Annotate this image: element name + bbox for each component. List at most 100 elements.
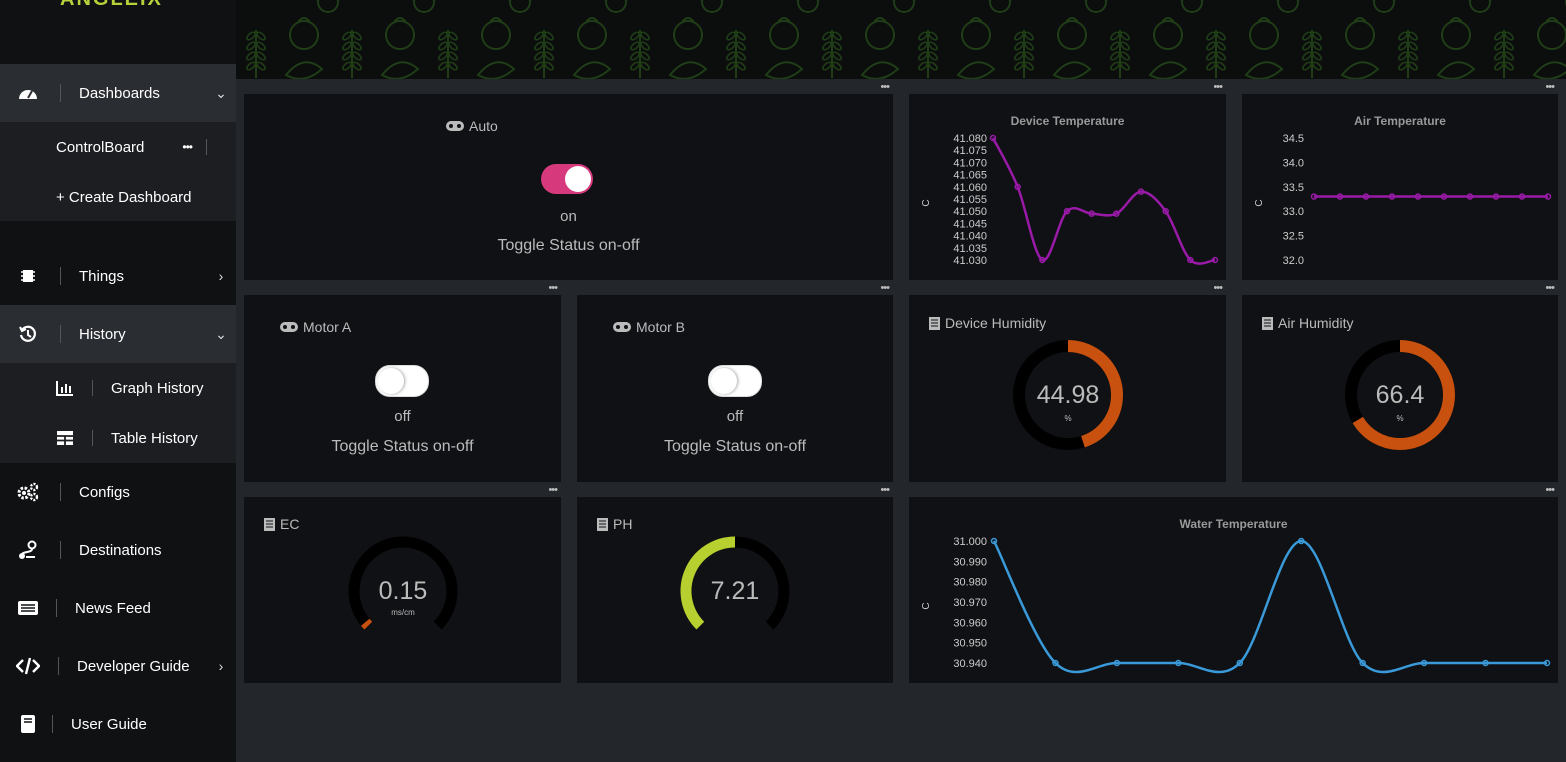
gauge-unit: ms/cm <box>391 608 415 617</box>
sidebar-item-developer-guide[interactable]: Developer Guide › <box>0 637 236 695</box>
sidebar-subitem-label: Graph History <box>111 379 204 397</box>
sidebar-item-label: News Feed <box>75 599 151 617</box>
book-icon <box>14 714 42 734</box>
sidebar-item-label: User Guide <box>71 715 147 733</box>
widget-menu-icon[interactable]: ••• <box>880 282 890 294</box>
y-tick-label: 32.0 <box>1283 255 1304 267</box>
widget-device-temperature: ••• Device Temperature 41.080 41.075 41.070… <box>909 81 1226 280</box>
gauge-unit: % <box>1064 414 1071 423</box>
sidebar-subitem-label: Table History <box>111 429 198 447</box>
water-temperature-chart: Water Temperature 31.000 30.990 30.980 30.97… <box>921 517 1551 674</box>
sidebar-item-user-guide[interactable]: User Guide <box>0 695 236 753</box>
sidebar-item-dashboards[interactable]: Dashboards ⌄ <box>0 64 236 122</box>
widget-menu-icon[interactable]: ••• <box>880 484 890 496</box>
y-tick-label: 41.065 <box>953 170 987 182</box>
widget-auto: ••• Auto on Toggle Status on-off <box>244 81 893 280</box>
vegetable-pattern-banner <box>236 0 1566 79</box>
y-tick-label: 41.060 <box>953 182 987 194</box>
y-tick-label: 34.5 <box>1283 133 1304 145</box>
toggle-state-label: off <box>394 408 411 425</box>
history-icon <box>14 324 42 344</box>
motor-a-toggle-switch[interactable] <box>375 365 429 397</box>
y-tick-label: 41.050 <box>953 206 987 218</box>
y-tick-label: 30.940 <box>953 658 987 670</box>
more-options-icon[interactable]: ••• <box>182 140 193 154</box>
gamepad-icon <box>613 322 631 332</box>
sidebar-item-label: History <box>79 325 126 343</box>
y-tick-label: 33.0 <box>1283 206 1304 218</box>
widget-menu-icon[interactable]: ••• <box>1545 81 1555 93</box>
motor-b-toggle-switch[interactable] <box>708 365 762 397</box>
gamepad-icon <box>280 322 298 332</box>
widget-ec: ••• EC 0.15 ms/cm <box>244 484 561 683</box>
sidebar-item-label: Destinations <box>79 541 162 559</box>
y-tick-label: 41.055 <box>953 194 987 206</box>
y-axis-label: C <box>921 199 932 206</box>
ec-gauge: 0.15 ms/cm <box>348 536 458 630</box>
widget-menu-icon[interactable]: ••• <box>1213 81 1223 93</box>
widget-motor-a: ••• Motor A off Toggle Status on-off <box>244 282 561 482</box>
sidebar-subitem-table-history[interactable]: Table History <box>0 413 236 463</box>
sidebar-item-destinations[interactable]: Destinations <box>0 521 236 579</box>
newspaper-icon <box>14 600 42 616</box>
sidebar: ANGLEIX Dashboards ⌄ ControlBoard ••• + … <box>0 0 236 762</box>
sidebar-item-news-feed[interactable]: News Feed <box>0 579 236 637</box>
y-tick-label: 41.080 <box>953 133 987 145</box>
widget-menu-icon[interactable]: ••• <box>1545 484 1555 496</box>
gauge-unit: % <box>1396 414 1403 423</box>
y-tick-label: 33.5 <box>1283 182 1304 194</box>
document-icon <box>264 517 275 531</box>
y-tick-label: 41.040 <box>953 231 987 243</box>
toggle-state-label: on <box>560 208 577 225</box>
widget-menu-icon[interactable]: ••• <box>548 282 558 294</box>
widget-title: EC <box>264 516 299 532</box>
y-tick-label: 30.980 <box>953 577 987 589</box>
toggle-description: Toggle Status on-off <box>497 237 640 254</box>
sidebar-item-configs[interactable]: Configs <box>0 463 236 521</box>
widget-ph: ••• PH 7.21 <box>577 484 893 683</box>
gears-icon <box>14 482 42 502</box>
gauge-fill <box>361 618 373 630</box>
y-tick-label: 41.075 <box>953 145 987 157</box>
sidebar-item-things[interactable]: Things › <box>0 247 236 305</box>
speedometer-icon <box>14 84 42 102</box>
code-icon <box>14 657 42 675</box>
y-tick-label: 34.0 <box>1283 157 1304 169</box>
sidebar-item-label: Dashboards <box>79 84 160 102</box>
gauge-value: 44.98 <box>1037 381 1100 409</box>
auto-toggle-switch[interactable] <box>541 164 593 194</box>
gauge-value: 66.4 <box>1376 381 1425 409</box>
gamepad-icon <box>446 121 464 131</box>
ph-gauge: 7.21 <box>680 536 790 630</box>
series-line <box>992 539 1547 674</box>
sidebar-subitem-controlboard[interactable]: ControlBoard ••• <box>0 122 236 172</box>
y-tick-label: 32.5 <box>1283 231 1304 243</box>
chevron-right-icon: › <box>218 658 224 674</box>
sidebar-subitem-graph-history[interactable]: Graph History <box>0 363 236 413</box>
document-icon <box>929 316 940 330</box>
y-tick-label: 31.000 <box>953 536 987 548</box>
widget-menu-icon[interactable]: ••• <box>1545 282 1555 294</box>
widget-air-temperature: ••• Air Temperature 34.5 34.0 33.5 33.0 32.5 3… <box>1242 81 1558 280</box>
gauge-value: 0.15 <box>379 577 428 605</box>
toggle-description: Toggle Status on-off <box>331 438 474 455</box>
chart-title: Device Temperature <box>1011 114 1125 128</box>
widget-menu-icon[interactable]: ••• <box>548 484 558 496</box>
widget-water-temperature: ••• Water Temperature 31.000 30.990 30.980 3… <box>909 484 1558 683</box>
widget-device-humidity: ••• Device Humidity 44.98% <box>909 282 1226 482</box>
widget-menu-icon[interactable]: ••• <box>1213 282 1223 294</box>
sidebar-item-label: Things <box>79 267 125 285</box>
sidebar-subitem-create-dashboard[interactable]: + Create Dashboard <box>0 172 236 222</box>
sidebar-item-history[interactable]: History ⌄ <box>0 305 236 363</box>
y-tick-label: 30.950 <box>953 638 987 650</box>
y-tick-label: 41.035 <box>953 243 987 255</box>
chart-title: Water Temperature <box>1179 517 1287 531</box>
chip-icon <box>14 267 42 285</box>
document-icon <box>597 517 608 531</box>
chevron-down-icon: ⌄ <box>215 325 227 342</box>
table-icon <box>56 430 74 446</box>
device-temperature-chart: Device Temperature41.08041.07541.07041.0… <box>921 114 1219 267</box>
series-line <box>991 137 1216 265</box>
widget-menu-icon[interactable]: ••• <box>880 81 890 93</box>
widget-title: PH <box>597 516 632 532</box>
